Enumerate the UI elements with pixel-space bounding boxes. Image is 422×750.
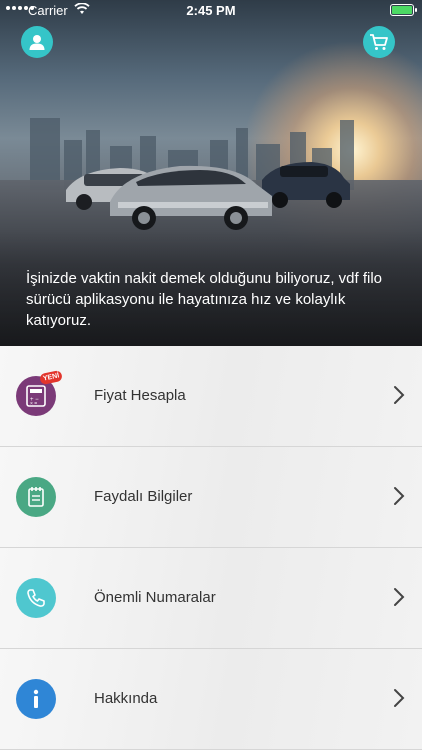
- user-icon: [29, 35, 45, 50]
- menu-item-label: Hakkında: [94, 690, 158, 707]
- notepad-icon: [16, 477, 56, 517]
- cart-icon: [370, 34, 388, 50]
- svg-text:× =: × =: [30, 401, 37, 407]
- chevron-right-icon: [394, 588, 405, 606]
- chevron-right-icon: [394, 689, 405, 707]
- new-badge: YENİ: [39, 369, 64, 386]
- menu-item-hakkinda[interactable]: Hakkında: [0, 649, 422, 750]
- menu-item-onemli-numaralar[interactable]: Önemli Numaralar: [0, 548, 422, 649]
- battery-icon: [390, 4, 417, 16]
- profile-button[interactable]: [21, 26, 53, 58]
- menu-item-fiyat-hesapla[interactable]: + − × = YENİ Fiyat Hesapla: [0, 346, 422, 447]
- main-menu: + − × = YENİ Fiyat Hesapla Faydalı Bilgi…: [0, 346, 422, 750]
- phone-icon: [16, 578, 56, 618]
- info-icon: [16, 679, 56, 719]
- hero-description: İşinizde vaktin nakit demek olduğunu bil…: [26, 270, 383, 329]
- menu-item-label: Önemli Numaralar: [94, 589, 216, 606]
- menu-item-faydali-bilgiler[interactable]: Faydalı Bilgiler: [0, 447, 422, 548]
- menu-item-label: Faydalı Bilgiler: [94, 488, 193, 505]
- hero-banner: Carrier 2:45 PM İşinizde vaktin nakit de…: [0, 0, 422, 346]
- status-time: 2:45 PM: [186, 3, 236, 18]
- cars-image: [66, 162, 350, 230]
- status-bar: Carrier 2:45 PM: [0, 0, 422, 22]
- chevron-right-icon: [394, 487, 405, 505]
- chevron-right-icon: [394, 386, 405, 404]
- cart-button[interactable]: [363, 26, 395, 58]
- menu-item-label: Fiyat Hesapla: [94, 387, 186, 404]
